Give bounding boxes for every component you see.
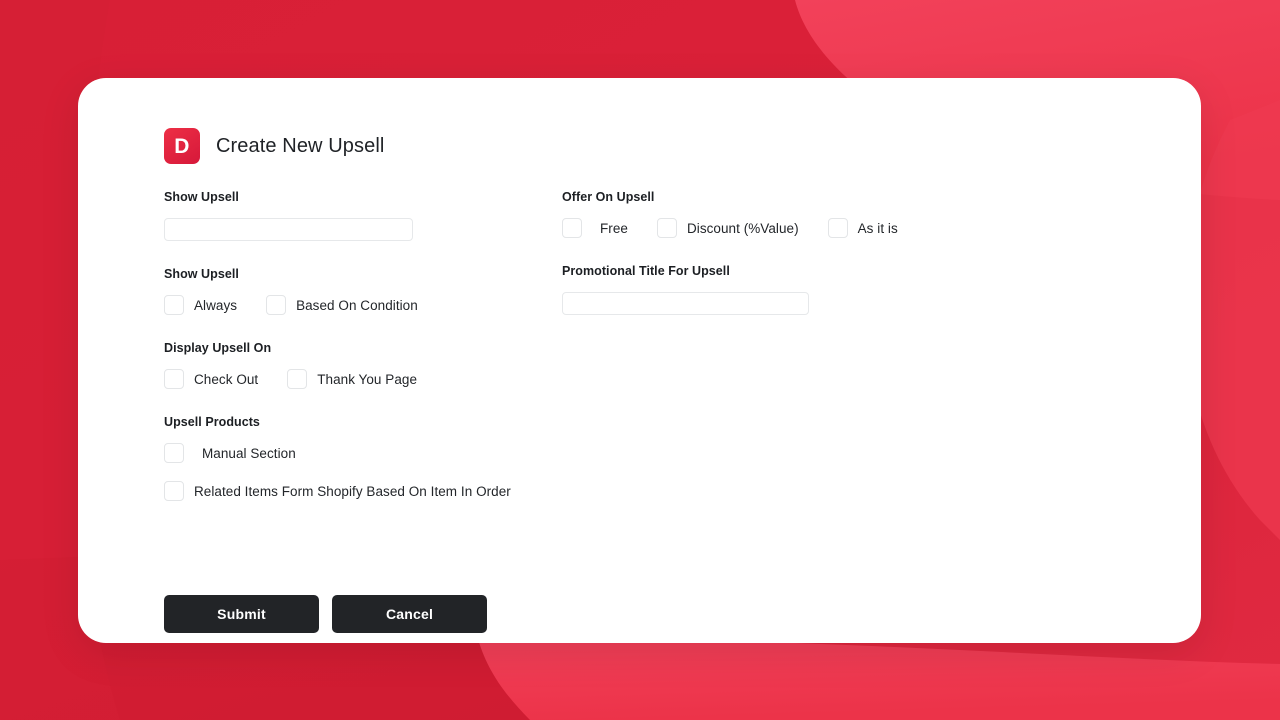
- checkbox-thank-you-page-label: Thank You Page: [317, 371, 418, 387]
- checkbox-discount-label: Discount (%Value): [686, 220, 799, 236]
- checkbox-item-check-out[interactable]: Check Out: [164, 369, 258, 389]
- promotional-title-input[interactable]: [562, 292, 809, 315]
- checkbox-item-manual-section[interactable]: Manual Section: [164, 443, 296, 463]
- form-columns: Show Upsell Show Upsell Always Based On …: [164, 190, 1124, 527]
- form-column-right: Offer On Upsell Free Discount (%Value) A…: [562, 190, 962, 527]
- checkbox-as-it-is-box[interactable]: [827, 218, 848, 238]
- field-label-display-upsell-on: Display Upsell On: [164, 341, 272, 355]
- brand-logo-icon: D: [164, 128, 200, 164]
- create-upsell-card: D Create New Upsell Show Upsell Show Ups…: [78, 78, 1201, 643]
- field-show-upsell-name: Show Upsell: [164, 190, 562, 241]
- form-actions: Submit Cancel: [164, 595, 1124, 633]
- field-label-promotional-title: Promotional Title For Upsell: [562, 264, 730, 278]
- page-title: Create New Upsell: [216, 134, 385, 157]
- checkbox-based-on-condition-label: Based On Condition: [296, 297, 418, 313]
- field-promotional-title: Promotional Title For Upsell: [562, 264, 962, 315]
- checkbox-row-display-upsell-on: Check Out Thank You Page: [164, 369, 562, 389]
- checkbox-based-on-condition-box[interactable]: [266, 295, 287, 315]
- show-upsell-name-input[interactable]: [164, 218, 413, 241]
- field-upsell-products: Upsell Products Manual Section Related I…: [164, 415, 562, 501]
- checkbox-item-always[interactable]: Always: [164, 295, 237, 315]
- checkbox-row-offer-on-upsell: Free Discount (%Value) As it is: [562, 218, 962, 238]
- checkbox-row-show-upsell-mode: Always Based On Condition: [164, 295, 562, 315]
- checkbox-free-label: Free: [600, 220, 628, 236]
- field-label-offer-on-upsell: Offer On Upsell: [562, 190, 655, 204]
- field-show-upsell-mode: Show Upsell Always Based On Condition: [164, 267, 562, 315]
- field-label-show-upsell-name: Show Upsell: [164, 190, 239, 204]
- submit-button[interactable]: Submit: [164, 595, 319, 633]
- card-header: D Create New Upsell: [164, 128, 1124, 164]
- checkbox-item-thank-you-page[interactable]: Thank You Page: [287, 369, 417, 389]
- field-display-upsell-on: Display Upsell On Check Out Thank You Pa…: [164, 341, 562, 389]
- checkbox-item-based-on-condition[interactable]: Based On Condition: [266, 295, 418, 315]
- checkbox-row-manual-section: Manual Section: [164, 443, 562, 463]
- checkbox-row-related-items: Related Items Form Shopify Based On Item…: [164, 481, 562, 501]
- checkbox-item-free[interactable]: Free: [562, 218, 628, 238]
- checkbox-manual-section-label: Manual Section: [202, 445, 296, 461]
- checkbox-item-related-items[interactable]: Related Items Form Shopify Based On Item…: [164, 481, 511, 501]
- checkbox-free-box[interactable]: [562, 218, 582, 238]
- checkbox-item-discount[interactable]: Discount (%Value): [656, 218, 799, 238]
- checkbox-manual-section-box[interactable]: [164, 443, 184, 463]
- checkbox-related-items-label: Related Items Form Shopify Based On Item…: [194, 483, 511, 499]
- checkbox-always-box[interactable]: [164, 295, 184, 315]
- field-label-upsell-products: Upsell Products: [164, 415, 260, 429]
- field-label-show-upsell-mode: Show Upsell: [164, 267, 239, 281]
- checkbox-always-label: Always: [194, 297, 238, 313]
- checkbox-check-out-label: Check Out: [194, 371, 259, 387]
- checkbox-check-out-box[interactable]: [164, 369, 184, 389]
- checkbox-related-items-box[interactable]: [164, 481, 184, 501]
- field-offer-on-upsell: Offer On Upsell Free Discount (%Value) A…: [562, 190, 962, 238]
- checkbox-item-as-it-is[interactable]: As it is: [827, 218, 898, 238]
- checkbox-discount-box[interactable]: [656, 218, 677, 238]
- checkbox-as-it-is-label: As it is: [857, 220, 898, 236]
- checkbox-thank-you-page-box[interactable]: [287, 369, 308, 389]
- form-column-left: Show Upsell Show Upsell Always Based On …: [164, 190, 562, 527]
- cancel-button[interactable]: Cancel: [332, 595, 487, 633]
